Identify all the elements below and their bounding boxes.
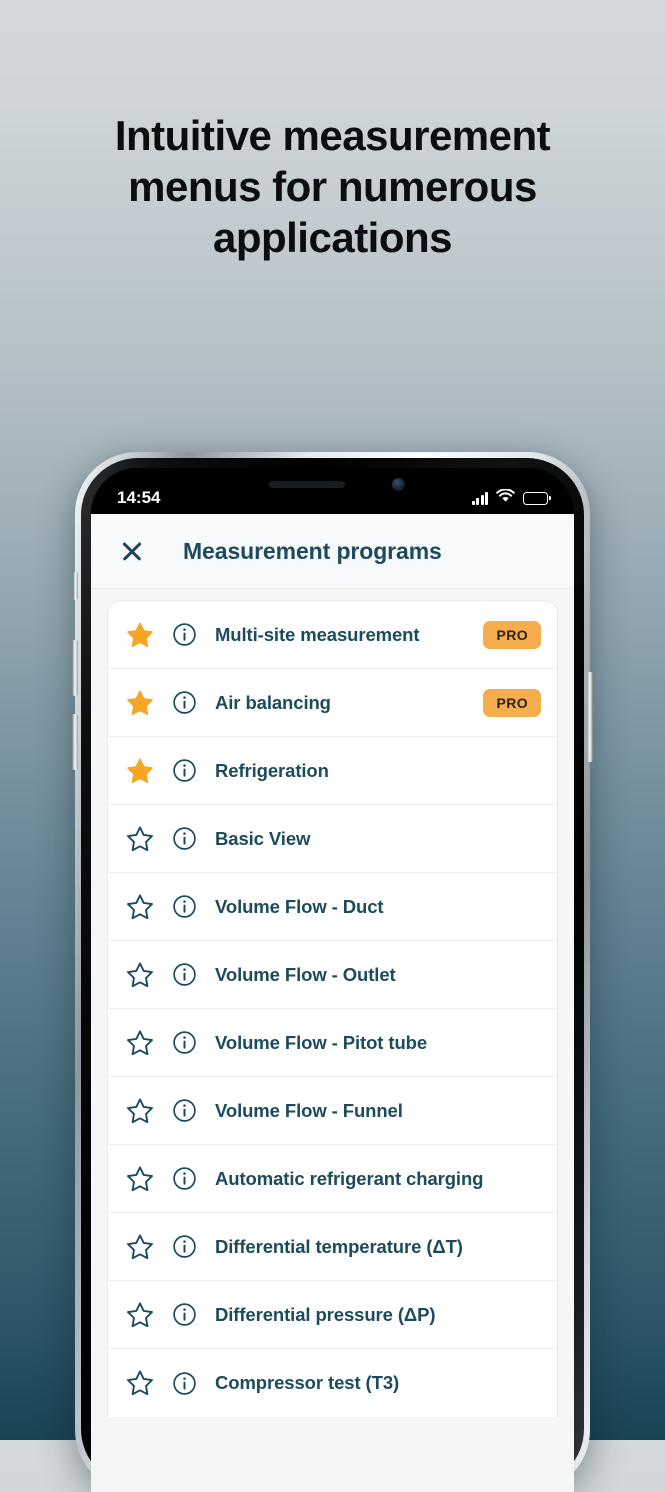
star-filled-icon[interactable] — [126, 757, 154, 785]
info-icon[interactable] — [172, 758, 197, 783]
battery-icon — [523, 491, 551, 505]
phone-notch — [234, 468, 431, 502]
row-label: Volume Flow - Duct — [215, 895, 384, 917]
headline-line-3: applications — [212, 214, 453, 262]
status-bar-time: 14:54 — [117, 488, 161, 507]
close-icon[interactable] — [115, 534, 149, 568]
row-label: Refrigeration — [215, 759, 329, 781]
signal-icon — [471, 491, 488, 505]
table-row[interactable]: Volume Flow - Pitot tube — [108, 1009, 557, 1077]
row-label: Automatic refrigerant charging — [215, 1167, 484, 1189]
headline-line-2: menus for numerous — [128, 163, 537, 211]
row-label: Basic View — [215, 827, 311, 849]
row-label: Differential pressure (ΔP) — [215, 1303, 436, 1325]
pro-badge: PRO — [483, 620, 541, 649]
table-row[interactable]: Refrigeration — [108, 737, 557, 805]
info-icon[interactable] — [172, 622, 197, 647]
page-title: Measurement programs — [183, 537, 442, 564]
table-row[interactable]: Volume Flow - Outlet — [108, 941, 557, 1009]
info-icon[interactable] — [172, 1302, 197, 1327]
table-row[interactable]: Air balancing PRO — [108, 669, 557, 737]
app-content: Measurement programs Multi-site measurem… — [91, 514, 574, 1492]
table-row[interactable]: Differential temperature (ΔT) — [108, 1213, 557, 1281]
row-label: Compressor test (T3) — [215, 1372, 400, 1393]
table-row[interactable]: Volume Flow - Duct — [108, 873, 557, 941]
star-filled-icon[interactable] — [126, 689, 154, 717]
info-icon[interactable] — [172, 894, 197, 919]
info-icon[interactable] — [172, 1030, 197, 1055]
star-outline-icon[interactable] — [126, 1369, 154, 1397]
status-bar-icons — [471, 488, 551, 508]
volume-up-button[interactable] — [72, 640, 78, 696]
app-header: Measurement programs — [91, 514, 574, 588]
phone-screen: 14:54 Measurement programs Multi-site me… — [91, 468, 574, 1492]
row-label: Differential temperature (ΔT) — [215, 1235, 463, 1257]
table-row[interactable]: Volume Flow - Funnel — [108, 1077, 557, 1145]
star-outline-icon[interactable] — [126, 1301, 154, 1329]
row-label: Volume Flow - Outlet — [215, 963, 396, 985]
info-icon[interactable] — [172, 1166, 197, 1191]
info-icon[interactable] — [172, 1371, 197, 1396]
info-icon[interactable] — [172, 690, 197, 715]
star-outline-icon[interactable] — [126, 1029, 154, 1057]
info-icon[interactable] — [172, 826, 197, 851]
wifi-icon — [496, 488, 515, 508]
table-row[interactable]: Compressor test (T3) — [108, 1349, 557, 1417]
measurement-programs-list: Multi-site measurement PRO Air balancing PR… — [107, 600, 558, 1417]
info-icon[interactable] — [172, 962, 197, 987]
row-label: Air balancing — [215, 691, 331, 713]
row-label: Multi-site measurement — [215, 623, 420, 645]
page-headline: Intuitive measurement menus for numerous… — [0, 110, 665, 264]
star-outline-icon[interactable] — [126, 825, 154, 853]
info-icon[interactable] — [172, 1234, 197, 1259]
star-outline-icon[interactable] — [126, 961, 154, 989]
row-label: Volume Flow - Funnel — [215, 1099, 403, 1121]
table-row[interactable]: Basic View — [108, 805, 557, 873]
table-row[interactable]: Multi-site measurement PRO — [108, 601, 557, 669]
info-icon[interactable] — [172, 1098, 197, 1123]
earpiece-speaker-icon — [268, 481, 345, 488]
table-row[interactable]: Differential pressure (ΔP) — [108, 1281, 557, 1349]
silent-switch-button[interactable] — [73, 572, 78, 600]
pro-badge: PRO — [483, 688, 541, 717]
table-row[interactable]: Automatic refrigerant charging — [108, 1145, 557, 1213]
star-filled-icon[interactable] — [126, 621, 154, 649]
headline-line-1: Intuitive measurement — [114, 112, 551, 159]
power-button[interactable] — [587, 672, 593, 762]
programs-list-wrap: Multi-site measurement PRO Air balancing PR… — [91, 588, 574, 1492]
star-outline-icon[interactable] — [126, 893, 154, 921]
star-outline-icon[interactable] — [126, 1233, 154, 1261]
star-outline-icon[interactable] — [126, 1097, 154, 1125]
volume-down-button[interactable] — [72, 714, 78, 770]
row-label: Volume Flow - Pitot tube — [215, 1031, 428, 1053]
front-camera-icon — [391, 478, 405, 491]
star-outline-icon[interactable] — [126, 1165, 154, 1193]
phone-mockup: 14:54 Measurement programs Multi-site me… — [72, 452, 593, 1492]
